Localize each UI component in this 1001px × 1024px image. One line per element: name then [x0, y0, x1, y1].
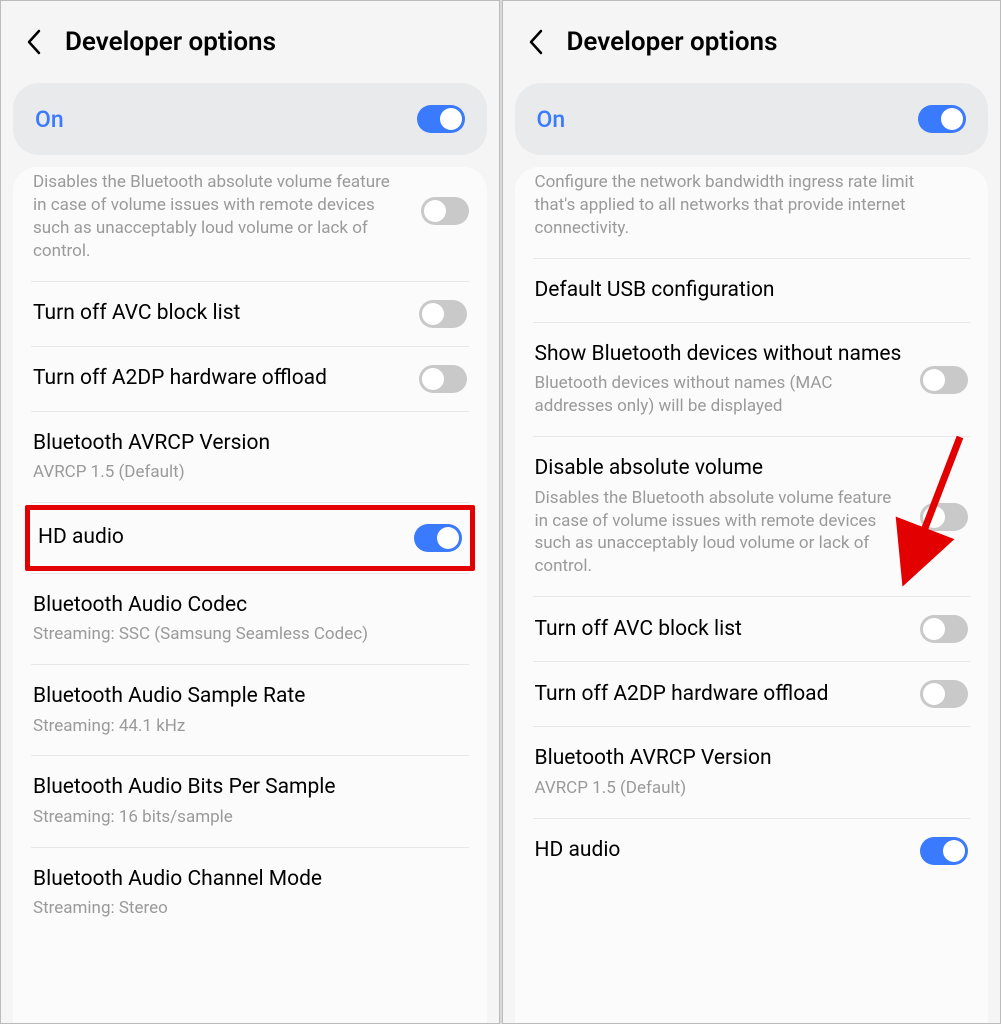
back-button[interactable] — [525, 30, 549, 54]
master-toggle-card[interactable]: On — [515, 83, 989, 155]
page-title: Developer options — [567, 27, 778, 57]
item-a2dp-offload[interactable]: Turn off A2DP hardware offload — [31, 347, 469, 411]
master-toggle-card[interactable]: On — [13, 83, 487, 155]
master-toggle-label: On — [537, 106, 566, 133]
item-bt-without-names[interactable]: Show Bluetooth devices without names Blu… — [533, 323, 971, 436]
item-bt-channel[interactable]: Bluetooth Audio Channel Mode Streaming: … — [31, 848, 469, 924]
toggle-a2dp[interactable] — [920, 680, 968, 708]
toggle-avc[interactable] — [920, 615, 968, 643]
master-toggle[interactable] — [918, 105, 966, 133]
item-avc-block-list[interactable]: Turn off AVC block list — [31, 282, 469, 346]
chevron-left-icon — [26, 28, 44, 56]
settings-list[interactable]: Configure the network bandwidth ingress … — [515, 167, 989, 1023]
screen-left: Developer options On Disables the Blueto… — [0, 0, 500, 1024]
item-avrcp-version[interactable]: Bluetooth AVRCP Version AVRCP 1.5 (Defau… — [533, 727, 971, 817]
settings-list[interactable]: Disables the Bluetooth absolute volume f… — [13, 167, 487, 1023]
item-bt-codec[interactable]: Bluetooth Audio Codec Streaming: SSC (Sa… — [31, 574, 469, 664]
page-title: Developer options — [65, 27, 276, 57]
item-avc-block-list[interactable]: Turn off AVC block list — [533, 597, 971, 661]
master-toggle[interactable] — [417, 105, 465, 133]
item-bt-bits[interactable]: Bluetooth Audio Bits Per Sample Streamin… — [31, 756, 469, 846]
chevron-left-icon — [528, 28, 546, 56]
partial-desc: Configure the network bandwidth ingress … — [533, 167, 971, 258]
item-disable-absolute-volume[interactable]: Disable absolute volume Disables the Blu… — [533, 437, 971, 596]
item-a2dp-offload[interactable]: Turn off A2DP hardware offload — [533, 662, 971, 726]
header: Developer options — [1, 1, 499, 75]
item-hd-audio[interactable]: HD audio — [533, 819, 971, 873]
toggle-hd-audio[interactable] — [414, 524, 462, 552]
toggle-a2dp[interactable] — [419, 365, 467, 393]
toggle-hd-audio[interactable] — [920, 837, 968, 865]
back-button[interactable] — [23, 30, 47, 54]
header: Developer options — [503, 1, 1001, 75]
toggle-absolute-volume[interactable] — [920, 503, 968, 531]
item-avrcp-version[interactable]: Bluetooth AVRCP Version AVRCP 1.5 (Defau… — [31, 412, 469, 502]
item-hd-audio[interactable]: HD audio — [36, 510, 464, 566]
item-default-usb[interactable]: Default USB configuration — [533, 259, 971, 322]
toggle-absolute-volume-partial[interactable] — [421, 197, 469, 225]
partial-desc: Disables the Bluetooth absolute volume f… — [31, 167, 405, 281]
item-bt-sample-rate[interactable]: Bluetooth Audio Sample Rate Streaming: 4… — [31, 665, 469, 755]
partial-item-absolute-volume[interactable]: Disables the Bluetooth absolute volume f… — [31, 167, 469, 281]
screen-right: Developer options On Configure the netwo… — [502, 0, 1001, 1024]
master-toggle-label: On — [35, 106, 64, 133]
highlight-hd-audio: HD audio — [25, 505, 475, 571]
toggle-bt-without-names[interactable] — [920, 366, 968, 394]
toggle-avc[interactable] — [419, 300, 467, 328]
